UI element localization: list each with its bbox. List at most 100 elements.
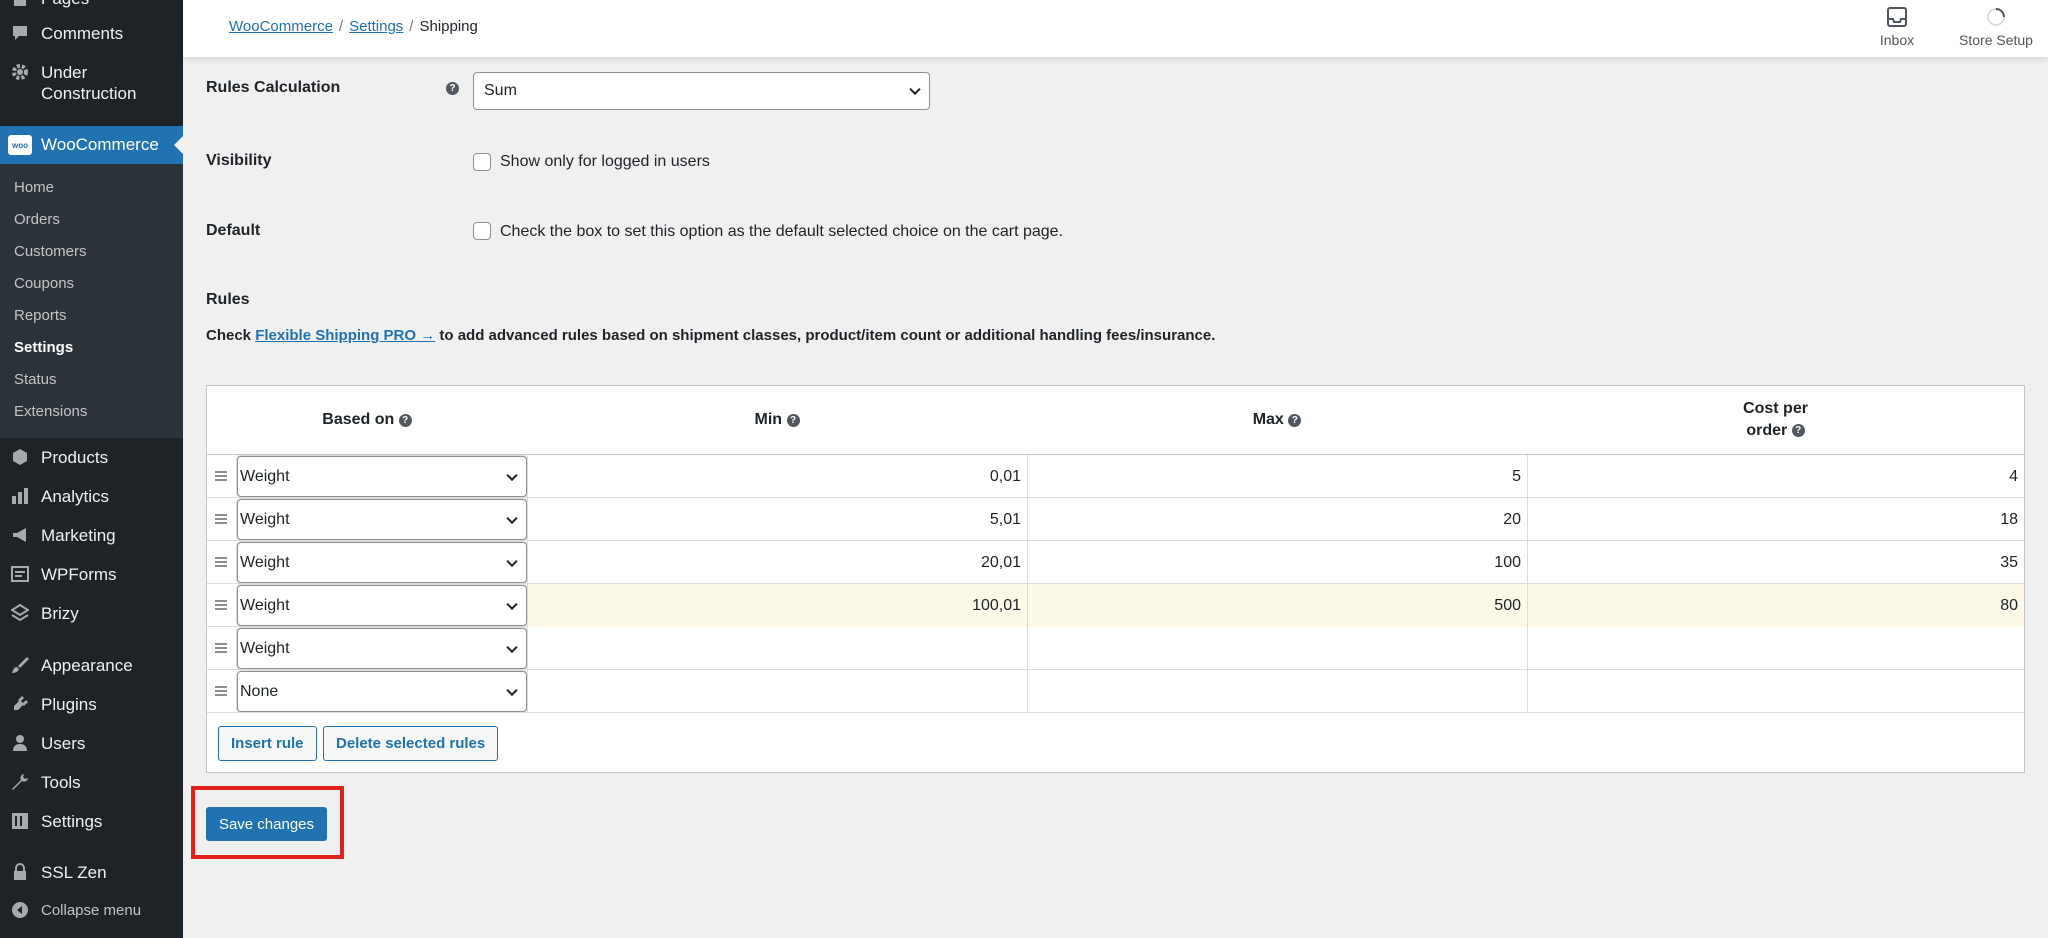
wrench-icon (10, 772, 30, 792)
help-icon[interactable]: ? (786, 413, 800, 427)
save-changes-button[interactable]: Save changes (206, 807, 327, 841)
max-input[interactable]: 5 (1027, 455, 1527, 498)
based-on-select[interactable]: Weight (237, 456, 527, 497)
min-input[interactable]: 0,01 (527, 455, 1027, 498)
inbox-button[interactable]: Inbox (1867, 6, 1927, 48)
menu-item-plugins[interactable]: Plugins (0, 694, 183, 715)
menu-item-under-construction[interactable]: Under Construction (0, 62, 183, 104)
max-input[interactable] (1027, 627, 1527, 670)
chevron-down-icon (506, 641, 518, 653)
submenu-customers[interactable]: Customers (14, 243, 87, 260)
visibility-label: Visibility (206, 152, 272, 169)
menu-item-ssl-zen[interactable]: SSL Zen (0, 862, 183, 883)
menu-item-analytics[interactable]: Analytics (0, 486, 183, 507)
brizy-icon (10, 603, 30, 623)
breadcrumb-settings-link[interactable]: Settings (349, 18, 403, 35)
menu-item-pages[interactable]: Pages (0, 0, 183, 9)
menu-item-brizy[interactable]: Brizy (0, 603, 183, 624)
user-icon (10, 733, 30, 753)
menu-item-appearance[interactable]: Appearance (0, 655, 183, 676)
table-row: Weight 20,01 100 35 (207, 541, 2024, 584)
menu-item-users[interactable]: Users (0, 733, 183, 754)
based-on-select[interactable]: Weight (237, 628, 527, 669)
rules-calculation-help-icon[interactable]: ? (446, 82, 459, 95)
chevron-down-icon (506, 598, 518, 610)
drag-handle-icon[interactable] (215, 643, 227, 653)
insert-rule-button[interactable]: Insert rule (218, 726, 317, 761)
cost-input[interactable]: 4 (1527, 455, 2024, 498)
header-min: Min ? (527, 386, 1027, 454)
menu-item-wpforms[interactable]: WPForms (0, 564, 183, 585)
rules-heading: Rules (206, 291, 250, 308)
menu-item-tools[interactable]: Tools (0, 772, 183, 793)
woocommerce-submenu: Home Orders Customers Coupons Reports Se… (0, 164, 183, 438)
menu-item-settings[interactable]: Settings (0, 811, 183, 832)
based-on-select[interactable]: None (237, 671, 527, 712)
max-input[interactable]: 100 (1027, 541, 1527, 584)
lock-icon (10, 862, 30, 882)
flexible-shipping-pro-link[interactable]: Flexible Shipping PRO → (255, 327, 435, 344)
cost-input[interactable]: 35 (1527, 541, 2024, 584)
settings-icon (10, 811, 30, 831)
max-input[interactable] (1027, 670, 1527, 713)
cost-input[interactable]: 18 (1527, 498, 2024, 541)
menu-item-comments[interactable]: Comments (0, 23, 183, 44)
breadcrumb-woocommerce-link[interactable]: WooCommerce (229, 18, 333, 35)
min-input[interactable]: 5,01 (527, 498, 1027, 541)
min-input[interactable]: 100,01 (527, 584, 1027, 627)
box-icon (10, 447, 30, 467)
help-icon[interactable]: ? (398, 413, 412, 427)
based-on-select[interactable]: Weight (237, 499, 527, 540)
rules-calculation-value: Sum (484, 82, 517, 99)
woocommerce-icon: woo (8, 135, 32, 155)
help-icon[interactable]: ? (1791, 424, 1805, 438)
cost-input[interactable] (1527, 670, 2024, 713)
rules-table: Based on ? Min ? Max ? Cost per order ? … (206, 385, 2025, 773)
submenu-extensions[interactable]: Extensions (14, 403, 87, 420)
cost-input[interactable]: 80 (1527, 584, 2024, 627)
inbox-icon (1867, 6, 1927, 28)
default-label: Default (206, 222, 261, 239)
help-icon[interactable]: ? (1288, 413, 1302, 427)
delete-selected-rules-button[interactable]: Delete selected rules (323, 726, 499, 761)
megaphone-icon (10, 525, 30, 545)
chevron-down-icon (506, 512, 518, 524)
breadcrumb: WooCommerce / Settings / Shipping (229, 18, 478, 35)
drag-handle-icon[interactable] (215, 686, 227, 696)
table-row-active: Weight 100,01 500 80 (207, 584, 2024, 627)
default-checkbox-text: Check the box to set this option as the … (500, 223, 1064, 240)
store-setup-button[interactable]: Store Setup (1949, 6, 2043, 48)
collapse-menu-button[interactable]: Collapse menu (0, 900, 183, 921)
comment-icon (10, 23, 30, 43)
rules-calculation-select[interactable]: Sum (473, 72, 930, 110)
submenu-settings[interactable]: Settings (14, 339, 73, 356)
menu-item-marketing[interactable]: Marketing (0, 525, 183, 546)
submenu-reports[interactable]: Reports (14, 307, 67, 324)
drag-handle-icon[interactable] (215, 514, 227, 524)
min-input[interactable]: 20,01 (527, 541, 1027, 584)
min-input[interactable] (527, 627, 1027, 670)
chevron-down-icon (506, 684, 518, 696)
visibility-checkbox[interactable] (473, 153, 491, 171)
drag-handle-icon[interactable] (215, 557, 227, 567)
bar-chart-icon (10, 486, 30, 506)
table-row: None (207, 670, 2024, 713)
default-checkbox[interactable] (473, 222, 491, 240)
submenu-home[interactable]: Home (14, 179, 54, 196)
drag-handle-icon[interactable] (215, 471, 227, 481)
collapse-icon (10, 900, 30, 920)
submenu-status[interactable]: Status (14, 371, 57, 388)
chevron-down-icon (506, 555, 518, 567)
form-icon (10, 564, 30, 584)
based-on-select[interactable]: Weight (237, 585, 527, 626)
menu-item-woocommerce[interactable]: woo WooCommerce (0, 126, 183, 164)
min-input[interactable] (527, 670, 1027, 713)
cost-input[interactable] (1527, 627, 2024, 670)
based-on-select[interactable]: Weight (237, 542, 527, 583)
menu-item-products[interactable]: Products (0, 447, 183, 468)
max-input[interactable]: 20 (1027, 498, 1527, 541)
drag-handle-icon[interactable] (215, 600, 227, 610)
submenu-coupons[interactable]: Coupons (14, 275, 74, 292)
max-input[interactable]: 500 (1027, 584, 1527, 627)
submenu-orders[interactable]: Orders (14, 211, 60, 228)
